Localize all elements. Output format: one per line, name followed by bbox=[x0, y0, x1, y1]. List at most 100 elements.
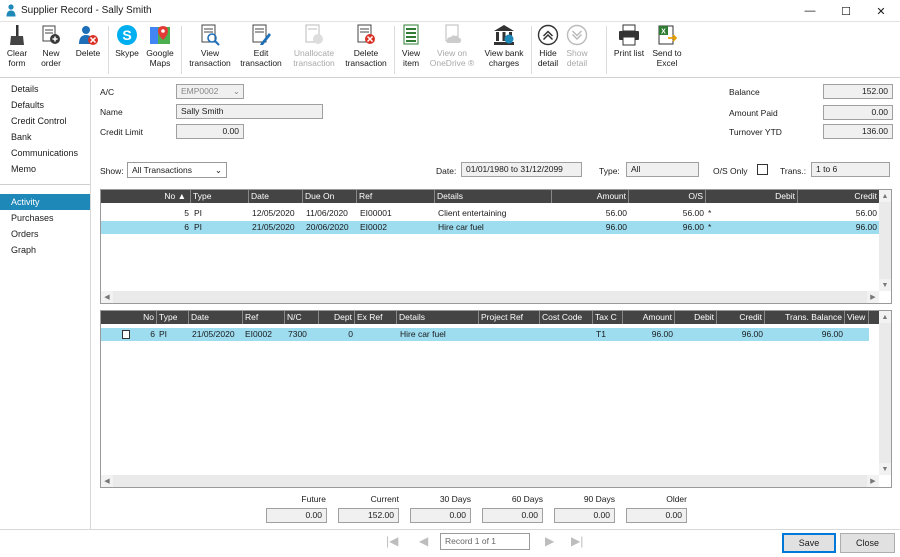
maximize-button[interactable]: ☐ bbox=[829, 0, 863, 22]
delete-transaction-button[interactable]: Delete transaction bbox=[342, 24, 390, 68]
sidebar-item-orders[interactable]: Orders bbox=[0, 226, 90, 242]
table-row[interactable]: 5 PI 12/05/2020 11/06/2020 EI00001 Clien… bbox=[101, 207, 879, 220]
col-ref[interactable]: Ref bbox=[243, 311, 285, 324]
delete-button[interactable]: Delete bbox=[73, 24, 103, 58]
sidebar-item-graph[interactable]: Graph bbox=[0, 242, 90, 258]
toolbar-separator bbox=[394, 26, 395, 74]
sidebar-item-bank[interactable]: Bank bbox=[0, 129, 90, 145]
date-range-field[interactable]: 01/01/1980 to 31/12/2099 bbox=[461, 162, 582, 177]
scroll-down-icon[interactable]: ▼ bbox=[879, 463, 891, 475]
col-tax-code[interactable]: Tax C bbox=[593, 311, 623, 324]
view-bank-charges-button[interactable]: View bank charges bbox=[481, 24, 527, 68]
col-debit[interactable]: Debit bbox=[675, 311, 717, 324]
col-nc[interactable]: N/C bbox=[285, 311, 319, 324]
cell-nc: 7300 bbox=[288, 329, 307, 339]
cell-no: 5 bbox=[184, 208, 189, 218]
balance-label: Balance bbox=[729, 87, 760, 97]
new-order-button[interactable]: New order bbox=[38, 24, 64, 68]
col-project-ref[interactable]: Project Ref bbox=[479, 311, 540, 324]
print-list-button[interactable]: Print list bbox=[611, 24, 647, 58]
show-dropdown[interactable]: All Transactions ⌄ bbox=[127, 162, 227, 178]
sidebar-item-purchases[interactable]: Purchases bbox=[0, 210, 90, 226]
sidebar-item-communications[interactable]: Communications bbox=[0, 145, 90, 161]
table-row-selected[interactable]: 6 PI 21/05/2020 20/06/2020 EI0002 Hire c… bbox=[101, 221, 879, 234]
col-details[interactable]: Details bbox=[435, 190, 552, 203]
close-button[interactable]: Close bbox=[840, 533, 895, 553]
detail-row-selected[interactable]: 6 PI 21/05/2020 EI0002 7300 0 Hire car f… bbox=[101, 328, 869, 341]
view-on-onedrive-button[interactable]: View on OneDrive ® bbox=[428, 24, 476, 68]
col-credit[interactable]: Credit bbox=[717, 311, 765, 324]
ac-field[interactable]: EMP0002 ⌄ bbox=[176, 84, 244, 99]
col-date[interactable]: Date bbox=[249, 190, 303, 203]
col-os[interactable]: O/S bbox=[629, 190, 706, 203]
edit-transaction-button[interactable]: Edit transaction bbox=[237, 24, 285, 68]
send-to-excel-button[interactable]: X Send to Excel bbox=[650, 24, 684, 68]
vertical-scrollbar[interactable]: ▲ ▼ bbox=[879, 190, 891, 291]
cell-no: 6 bbox=[184, 222, 189, 232]
scroll-up-icon[interactable]: ▲ bbox=[879, 311, 891, 323]
col-dept[interactable]: Dept bbox=[319, 311, 355, 324]
view-item-button[interactable]: View item bbox=[398, 24, 424, 68]
type-field[interactable]: All bbox=[626, 162, 699, 177]
close-window-button[interactable]: ✕ bbox=[864, 0, 898, 22]
show-detail-button[interactable]: Show detail bbox=[564, 24, 590, 68]
clear-form-button[interactable]: Clear form bbox=[4, 24, 30, 68]
scroll-up-icon[interactable]: ▲ bbox=[879, 190, 891, 202]
skype-button[interactable]: S Skype bbox=[113, 24, 141, 58]
toolbar: Clear form New order Delete S Skype Goog… bbox=[0, 22, 900, 78]
view-bank-charges-label: View bank charges bbox=[484, 48, 524, 68]
next-record-icon[interactable]: ▶ bbox=[545, 534, 554, 548]
scroll-left-icon[interactable]: ◀ bbox=[101, 475, 113, 487]
col-amount[interactable]: Amount bbox=[623, 311, 675, 324]
col-ex-ref[interactable]: Ex Ref bbox=[355, 311, 397, 324]
cell-date: 21/05/2020 bbox=[252, 222, 295, 232]
sidebar-item-memo[interactable]: Memo bbox=[0, 161, 90, 177]
cell-ref: EI0002 bbox=[360, 222, 387, 232]
scroll-down-icon[interactable]: ▼ bbox=[879, 279, 891, 291]
view-transaction-button[interactable]: View transaction bbox=[186, 24, 234, 68]
sidebar-item-activity[interactable]: Activity bbox=[0, 194, 90, 210]
last-record-icon[interactable]: ▶| bbox=[571, 534, 583, 548]
minimize-button[interactable]: — bbox=[793, 0, 827, 22]
google-maps-button[interactable]: Google Maps bbox=[144, 24, 176, 68]
credit-limit-field[interactable]: 0.00 bbox=[176, 124, 244, 139]
horizontal-scrollbar[interactable]: ◀ ▶ bbox=[101, 291, 879, 303]
scroll-right-icon[interactable]: ▶ bbox=[867, 475, 879, 487]
col-credit[interactable]: Credit bbox=[798, 190, 879, 203]
cell-type: PI bbox=[194, 222, 203, 232]
hide-detail-button[interactable]: Hide detail bbox=[535, 24, 561, 68]
sidebar-item-defaults[interactable]: Defaults bbox=[0, 97, 90, 113]
sidebar-item-details[interactable]: Details bbox=[0, 81, 90, 97]
col-debit[interactable]: Debit bbox=[706, 190, 798, 203]
col-no[interactable]: No ▲ bbox=[101, 190, 191, 203]
os-only-checkbox[interactable] bbox=[757, 164, 768, 175]
cell-trans-balance: 96.00 bbox=[821, 329, 843, 339]
unallocate-transaction-button[interactable]: Unallocate transaction bbox=[289, 24, 339, 68]
save-button[interactable]: Save bbox=[782, 533, 836, 553]
col-due-on[interactable]: Due On bbox=[303, 190, 357, 203]
col-view[interactable]: View bbox=[845, 311, 869, 324]
col-type[interactable]: Type bbox=[191, 190, 249, 203]
memo-icon[interactable] bbox=[122, 330, 130, 339]
supplier-app-icon bbox=[6, 4, 16, 17]
previous-record-icon[interactable]: ◀ bbox=[419, 534, 428, 548]
scroll-right-icon[interactable]: ▶ bbox=[867, 291, 879, 303]
trans-range-field[interactable]: 1 to 6 bbox=[811, 162, 890, 177]
col-amount[interactable]: Amount bbox=[552, 190, 629, 203]
vertical-scrollbar[interactable]: ▲ ▼ bbox=[879, 311, 891, 475]
col-date[interactable]: Date bbox=[189, 311, 243, 324]
col-trans-balance[interactable]: Trans. Balance bbox=[765, 311, 845, 324]
sidebar-divider bbox=[0, 184, 90, 185]
name-field[interactable]: Sally Smith bbox=[176, 104, 323, 119]
sidebar-item-credit-control[interactable]: Credit Control bbox=[0, 113, 90, 129]
unallocate-icon bbox=[305, 24, 323, 44]
scroll-left-icon[interactable]: ◀ bbox=[101, 291, 113, 303]
col-cost-code[interactable]: Cost Code bbox=[540, 311, 593, 324]
horizontal-scrollbar[interactable]: ◀ ▶ bbox=[101, 475, 879, 487]
aging-30-days-value: 0.00 bbox=[410, 508, 471, 523]
col-type[interactable]: Type bbox=[157, 311, 189, 324]
first-record-icon[interactable]: |◀ bbox=[386, 534, 398, 548]
col-ref[interactable]: Ref bbox=[357, 190, 435, 203]
col-details[interactable]: Details bbox=[397, 311, 479, 324]
col-no[interactable]: No bbox=[101, 311, 157, 324]
